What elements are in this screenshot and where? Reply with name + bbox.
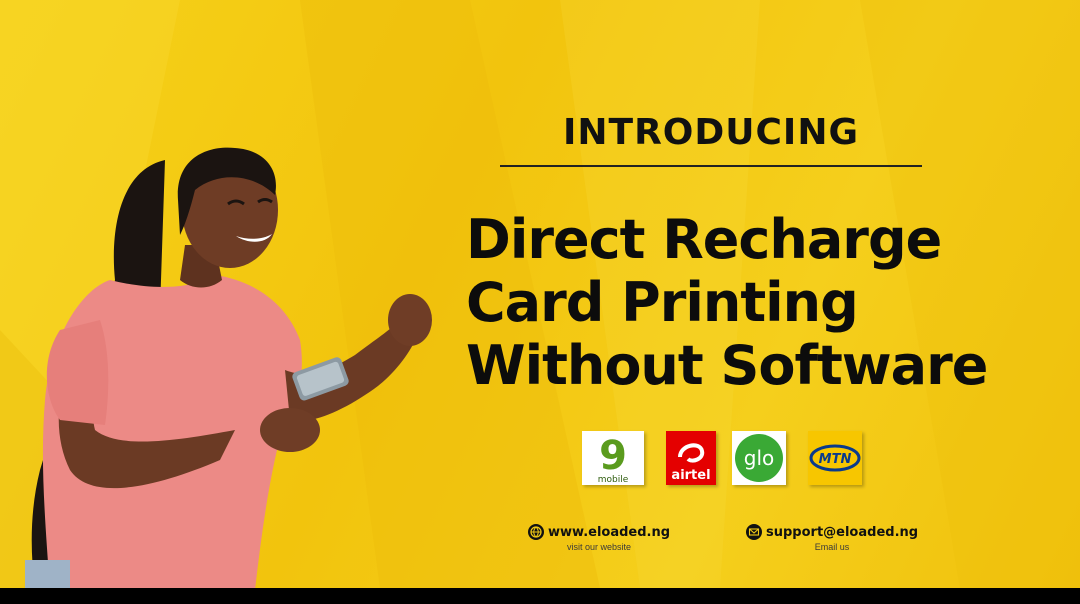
email-caption: Email us bbox=[814, 542, 850, 552]
divider-line bbox=[500, 165, 922, 167]
glo-logo: glo bbox=[732, 431, 786, 485]
airtel-logo-word: airtel bbox=[671, 468, 710, 483]
title-line-3: Without Software bbox=[466, 334, 988, 397]
mtn-logo-word: MTN bbox=[819, 452, 852, 467]
9mobile-logo: 9 mobile bbox=[582, 431, 644, 485]
website-link[interactable]: www.eloaded.ng bbox=[548, 525, 670, 540]
9mobile-logo-number: 9 bbox=[599, 433, 627, 479]
globe-icon bbox=[528, 524, 544, 540]
title-line-1: Direct Recharge bbox=[466, 208, 942, 271]
introducing-label: INTRODUCING bbox=[562, 112, 859, 153]
mtn-logo: MTN bbox=[808, 431, 862, 485]
banner: INTRODUCING Direct Recharge Card Printin… bbox=[0, 0, 1080, 588]
title-line-2: Card Printing bbox=[466, 271, 859, 334]
woman-holding-phone-image bbox=[25, 147, 432, 588]
9mobile-logo-word: mobile bbox=[598, 475, 629, 485]
airtel-logo: airtel bbox=[666, 431, 716, 485]
email-contact: support@eloaded.ng Email us bbox=[746, 524, 918, 552]
website-contact: www.eloaded.ng visit our website bbox=[528, 524, 670, 552]
glo-logo-word: glo bbox=[744, 446, 775, 470]
bottom-black-bar bbox=[0, 588, 1080, 604]
mail-icon bbox=[746, 524, 762, 540]
network-logos: 9 mobile airtel glo MTN bbox=[582, 431, 872, 487]
email-link[interactable]: support@eloaded.ng bbox=[766, 525, 918, 540]
headline-title: Direct Recharge Card Printing Without So… bbox=[466, 208, 988, 397]
website-caption: visit our website bbox=[567, 542, 632, 552]
